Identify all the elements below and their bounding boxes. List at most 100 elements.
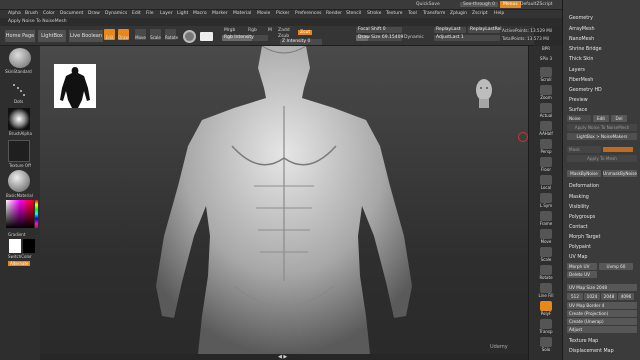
zoom-button[interactable]: Zoom bbox=[532, 84, 560, 102]
uv-size-4096-button[interactable]: 4096 bbox=[618, 293, 634, 300]
tray-texture-map[interactable]: Texture Map bbox=[569, 339, 598, 344]
persp-button[interactable]: Persp bbox=[532, 138, 560, 156]
mask-slider[interactable]: Mask bbox=[567, 146, 601, 153]
create-projection-button[interactable]: Create (Projection) bbox=[567, 310, 637, 317]
actual-button[interactable]: Actual bbox=[532, 102, 560, 120]
menu-color[interactable]: Color bbox=[43, 11, 55, 16]
tray-masking[interactable]: Masking bbox=[569, 195, 589, 200]
sculpt-model[interactable] bbox=[134, 46, 434, 354]
tray-visibility[interactable]: Visibility bbox=[569, 205, 589, 210]
material-sphere-icon[interactable] bbox=[183, 30, 196, 43]
tray-arraymesh[interactable]: ArrayMesh bbox=[569, 27, 595, 32]
uvmp-slider[interactable]: Uvmp 60 bbox=[599, 263, 633, 270]
hue-strip[interactable] bbox=[35, 200, 38, 228]
tray-contact[interactable]: Contact bbox=[569, 225, 588, 230]
solo-button[interactable]: Solo bbox=[532, 336, 560, 354]
draw-size-slider[interactable]: Draw Size 69.15409 bbox=[356, 35, 403, 41]
uv-map-border-slider[interactable]: UV Map Border 4 bbox=[567, 302, 637, 309]
scale-mode-button[interactable]: Scale bbox=[150, 29, 161, 40]
menu-brush[interactable]: Brush bbox=[25, 11, 38, 16]
apply-noise-mesh-button[interactable]: Apply Noise To NoiseMesh bbox=[567, 124, 637, 131]
adjust-last-slider[interactable]: AdjustLast 1 bbox=[434, 35, 500, 41]
menu-layer[interactable]: Layer bbox=[160, 11, 173, 16]
delete-uv-button[interactable]: Delete UV bbox=[567, 271, 597, 278]
menu-dynamics[interactable]: Dynamics bbox=[105, 11, 127, 16]
menu-texture[interactable]: Texture bbox=[386, 11, 402, 16]
tray-thick-skin[interactable]: Thick Skin bbox=[569, 57, 593, 62]
switch-color-button[interactable]: SwitchColor bbox=[8, 254, 32, 259]
edit-mode-button[interactable]: Edit bbox=[104, 29, 115, 40]
stroke-dots-icon[interactable] bbox=[11, 82, 27, 98]
color-picker-square[interactable] bbox=[6, 200, 34, 228]
focal-shift-slider[interactable]: Focal Shift 0 bbox=[356, 27, 402, 33]
menu-alpha[interactable]: Alpha bbox=[8, 11, 21, 16]
menu-help[interactable]: Help bbox=[494, 11, 504, 16]
menu-render[interactable]: Render bbox=[326, 11, 342, 16]
home-page-button[interactable]: Home Page bbox=[5, 30, 35, 42]
replay-last-button[interactable]: ReplayLast bbox=[434, 27, 466, 33]
menu-zscript[interactable]: Zscript bbox=[472, 11, 488, 16]
uv-size-1024-button[interactable]: 1024 bbox=[584, 293, 600, 300]
canvas-viewport[interactable]: Udemy bbox=[40, 46, 528, 354]
polyf-button[interactable]: PolyF bbox=[532, 300, 560, 318]
tray-geometry-hd[interactable]: Geometry HD bbox=[569, 88, 602, 93]
default-zscript-button[interactable]: DefaultZScript bbox=[520, 2, 553, 7]
m-toggle[interactable]: M bbox=[268, 28, 272, 33]
material-thumbnail-icon[interactable] bbox=[8, 170, 30, 192]
alpha-thumbnail-icon[interactable] bbox=[8, 108, 30, 130]
floor-button[interactable]: Floor bbox=[532, 156, 560, 174]
uv-size-512-button[interactable]: 512 bbox=[567, 293, 583, 300]
noise-edit-button[interactable]: Edit bbox=[593, 115, 609, 122]
rotate-button[interactable]: Rotate bbox=[532, 264, 560, 282]
alternate-button[interactable]: Alternate bbox=[8, 261, 31, 266]
menu-file[interactable]: File bbox=[146, 11, 154, 16]
tray-layers[interactable]: Layers bbox=[569, 68, 585, 73]
menu-document[interactable]: Document bbox=[60, 11, 83, 16]
linefill-button[interactable]: Line Fill bbox=[532, 282, 560, 300]
lightbox-button[interactable]: LightBox bbox=[38, 30, 66, 42]
menu-movie[interactable]: Movie bbox=[257, 11, 270, 16]
menu-preferences[interactable]: Preferences bbox=[295, 11, 321, 16]
menu-light[interactable]: Light bbox=[177, 11, 188, 16]
brush-thumbnail-icon[interactable] bbox=[9, 48, 31, 68]
main-color-swatch[interactable] bbox=[9, 239, 21, 253]
menu-tool[interactable]: Tool bbox=[408, 11, 417, 16]
reference-image[interactable] bbox=[54, 64, 96, 108]
unmask-by-noise-button[interactable]: UnmaskByNoise bbox=[603, 170, 637, 177]
replay-last-rel-button[interactable]: ReplayLastRel bbox=[468, 27, 502, 33]
texture-thumbnail-icon[interactable] bbox=[8, 140, 30, 162]
rgb-intensity-slider[interactable]: Rgb Intensity bbox=[222, 35, 268, 41]
noise-button[interactable]: Noise bbox=[567, 115, 591, 122]
color-chip-icon[interactable] bbox=[200, 32, 213, 41]
menu-edit[interactable]: Edit bbox=[132, 11, 141, 16]
menus-button[interactable]: Menus bbox=[500, 1, 521, 8]
bottom-arrows-icon[interactable]: ◀ ▶ bbox=[278, 354, 287, 360]
tray-polygroups[interactable]: Polygroups bbox=[569, 215, 595, 220]
frame-button[interactable]: Frame bbox=[532, 210, 560, 228]
menu-zplugin[interactable]: Zplugin bbox=[450, 11, 467, 16]
lsym-button[interactable]: L.Sym bbox=[532, 192, 560, 210]
tray-fibermesh[interactable]: FiberMesh bbox=[569, 78, 593, 83]
menu-picker[interactable]: Picker bbox=[276, 11, 289, 16]
zadd-toggle[interactable]: Zadd bbox=[278, 28, 290, 33]
transp-button[interactable]: Transp bbox=[532, 318, 560, 336]
secondary-color-swatch[interactable] bbox=[23, 239, 35, 253]
menu-draw[interactable]: Draw bbox=[88, 11, 100, 16]
morph-uv-button[interactable]: Morph UV bbox=[567, 263, 597, 270]
aahalf-button[interactable]: AAHalf bbox=[532, 120, 560, 138]
noise-del-button[interactable]: Del bbox=[611, 115, 627, 122]
scale-button[interactable]: Scale bbox=[532, 246, 560, 264]
menu-transform[interactable]: Transform bbox=[423, 11, 445, 16]
uv-size-2048-button[interactable]: 2048 bbox=[601, 293, 617, 300]
move-mode-button[interactable]: Move bbox=[135, 29, 146, 40]
z-intensity-slider[interactable]: Z Intensity 0 bbox=[280, 39, 322, 45]
tray-geometry[interactable]: Geometry bbox=[569, 16, 593, 21]
tray-shrine-bridge[interactable]: Shrine Bridge bbox=[569, 47, 602, 52]
mask-by-noise-button[interactable]: MaskByNoise bbox=[567, 170, 601, 177]
tray-nanomesh[interactable]: NanoMesh bbox=[569, 37, 594, 42]
navigation-head-icon[interactable] bbox=[472, 76, 496, 110]
tray-morph-target[interactable]: Morph Target bbox=[569, 235, 601, 240]
tray-polypaint[interactable]: Polypaint bbox=[569, 245, 591, 250]
menu-marker[interactable]: Marker bbox=[212, 11, 228, 16]
menu-material[interactable]: Material bbox=[233, 11, 251, 16]
